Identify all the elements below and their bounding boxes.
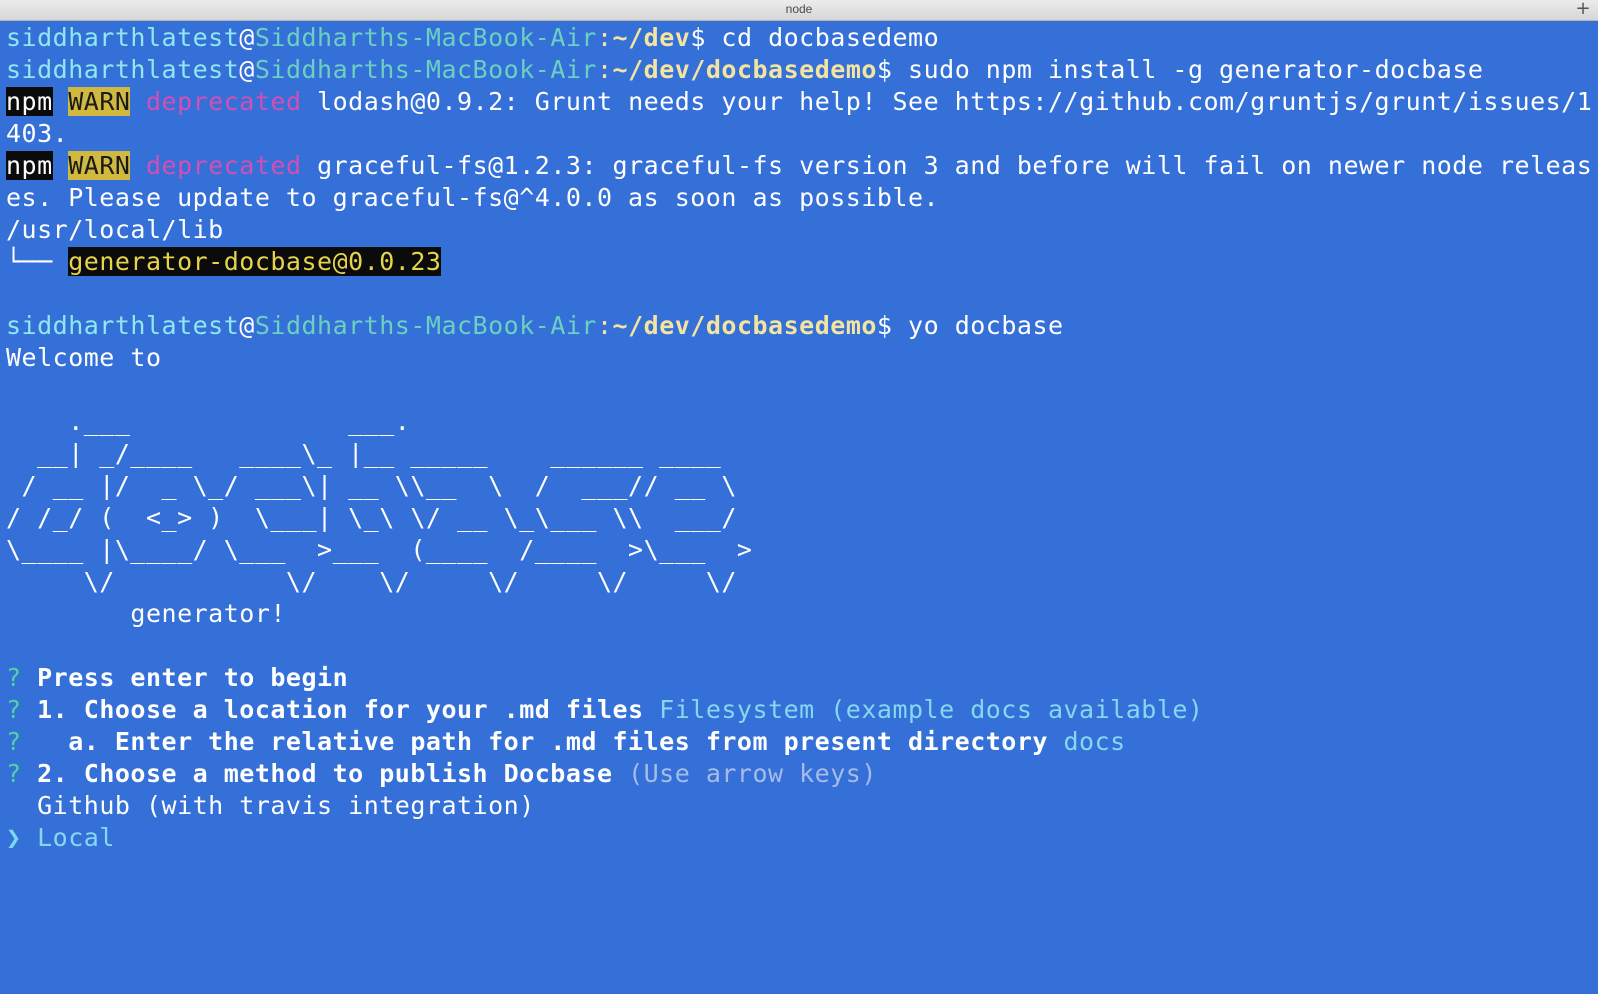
deprecated-label: deprecated bbox=[146, 151, 302, 180]
option-github[interactable]: Github (with travis integration) bbox=[6, 790, 1592, 822]
prompt-line: siddharthlatest@Siddharths-MacBook-Air:~… bbox=[6, 310, 1592, 342]
prompt-line: siddharthlatest@Siddharths-MacBook-Air:~… bbox=[6, 22, 1592, 54]
prompt-at: @ bbox=[239, 55, 255, 84]
prompt-user: siddharthlatest bbox=[6, 55, 240, 84]
prompt-colon: : bbox=[596, 23, 613, 52]
warn-message: graceful-fs@1.2.3: graceful-fs version 3… bbox=[301, 151, 1592, 180]
npm-warn-line: npm WARN deprecated graceful-fs@1.2.3: g… bbox=[6, 150, 1592, 182]
terminal-output[interactable]: siddharthlatest@Siddharths-MacBook-Air:~… bbox=[6, 22, 1592, 988]
question-line: ? a. Enter the relative path for .md fil… bbox=[6, 726, 1592, 758]
ascii-art-line: \____ |\____/ \___ >___ (____ /____ >\__… bbox=[6, 535, 753, 564]
window-title: node bbox=[785, 2, 813, 16]
question-hint: (Use arrow keys) bbox=[612, 759, 877, 788]
generator-text: generator! bbox=[6, 599, 286, 628]
installed-package: generator-docbase@0.0.23 bbox=[68, 247, 442, 276]
warn-message: lodash@0.9.2: Grunt needs your help! See… bbox=[301, 87, 1592, 116]
new-tab-icon[interactable]: + bbox=[1574, 0, 1592, 19]
selection-pointer-icon: ❯ bbox=[6, 823, 22, 852]
terminal-window: node + siddharthlatest@Siddharths-MacBoo… bbox=[0, 0, 1598, 994]
question-text: 2. Choose a method to publish Docbase bbox=[21, 759, 613, 788]
prompt-colon: : bbox=[596, 311, 613, 340]
ascii-art-line: / __ |/ _ \_/ ___\| __ \\__ \ / ___// __… bbox=[6, 471, 737, 500]
command-text: sudo npm install -g generator-docbase bbox=[892, 55, 1484, 84]
prompt-path: ~/dev/docbasedemo bbox=[612, 311, 877, 340]
prompt-path: ~/dev/docbasedemo bbox=[612, 55, 877, 84]
prompt-path: ~/dev bbox=[612, 23, 691, 52]
warn-message-continued: es. Please update to graceful-fs@^4.0.0 … bbox=[6, 183, 940, 212]
option-label: Github (with travis integration) bbox=[21, 791, 535, 820]
command-text: yo docbase bbox=[892, 311, 1064, 340]
npm-warn-line: npm WARN deprecated lodash@0.9.2: Grunt … bbox=[6, 86, 1592, 118]
option-pointer bbox=[6, 791, 22, 820]
tree-branch: └── bbox=[6, 247, 69, 276]
prompt-colon: : bbox=[596, 55, 613, 84]
question-text: 1. Choose a location for your .md files bbox=[21, 695, 644, 724]
warn-message-continued: 403. bbox=[6, 119, 69, 148]
npm-label: npm bbox=[6, 87, 53, 116]
question-answer: docs bbox=[1047, 727, 1126, 756]
install-tree-line: └── generator-docbase@0.0.23 bbox=[6, 246, 1592, 278]
ascii-art-line: \/ \/ \/ \/ \/ \/ bbox=[6, 567, 737, 596]
prompt-dollar: $ bbox=[876, 311, 893, 340]
question-mark: ? bbox=[6, 663, 22, 692]
question-text: Press enter to begin bbox=[21, 663, 349, 692]
install-path: /usr/local/lib bbox=[6, 215, 224, 244]
welcome-text: Welcome to bbox=[6, 343, 162, 372]
prompt-dollar: $ bbox=[876, 55, 893, 84]
option-local[interactable]: ❯ Local bbox=[6, 822, 1592, 854]
command-text: cd docbasedemo bbox=[705, 23, 940, 52]
question-mark: ? bbox=[6, 695, 22, 724]
warn-badge: WARN bbox=[68, 151, 131, 180]
question-text: a. Enter the relative path for .md files… bbox=[21, 727, 1048, 756]
npm-label: npm bbox=[6, 151, 53, 180]
ascii-art-line: .___ ___. bbox=[6, 407, 411, 436]
question-mark: ? bbox=[6, 759, 22, 788]
deprecated-label: deprecated bbox=[146, 87, 302, 116]
prompt-host: Siddharths-MacBook-Air bbox=[254, 23, 597, 52]
question-answer: Filesystem (example docs available) bbox=[643, 695, 1204, 724]
prompt-at: @ bbox=[239, 23, 255, 52]
prompt-user: siddharthlatest bbox=[6, 311, 240, 340]
warn-badge: WARN bbox=[68, 87, 131, 116]
prompt-at: @ bbox=[239, 311, 255, 340]
prompt-dollar: $ bbox=[690, 23, 706, 52]
question-line: ? 1. Choose a location for your .md file… bbox=[6, 694, 1592, 726]
option-label: Local bbox=[21, 823, 115, 852]
ascii-art-line: / /_/ ( <_> ) \___| \_\ \/ __ \_\___ \\ … bbox=[6, 503, 737, 532]
question-line: ? Press enter to begin bbox=[6, 662, 1592, 694]
ascii-art-line: __| _/____ ____\_ |__ _____ ______ ____ bbox=[6, 439, 722, 468]
question-mark: ? bbox=[6, 727, 22, 756]
title-bar: node + bbox=[0, 0, 1598, 21]
prompt-host: Siddharths-MacBook-Air bbox=[254, 311, 597, 340]
prompt-host: Siddharths-MacBook-Air bbox=[254, 55, 597, 84]
prompt-user: siddharthlatest bbox=[6, 23, 240, 52]
question-line: ? 2. Choose a method to publish Docbase … bbox=[6, 758, 1592, 790]
prompt-line: siddharthlatest@Siddharths-MacBook-Air:~… bbox=[6, 54, 1592, 86]
